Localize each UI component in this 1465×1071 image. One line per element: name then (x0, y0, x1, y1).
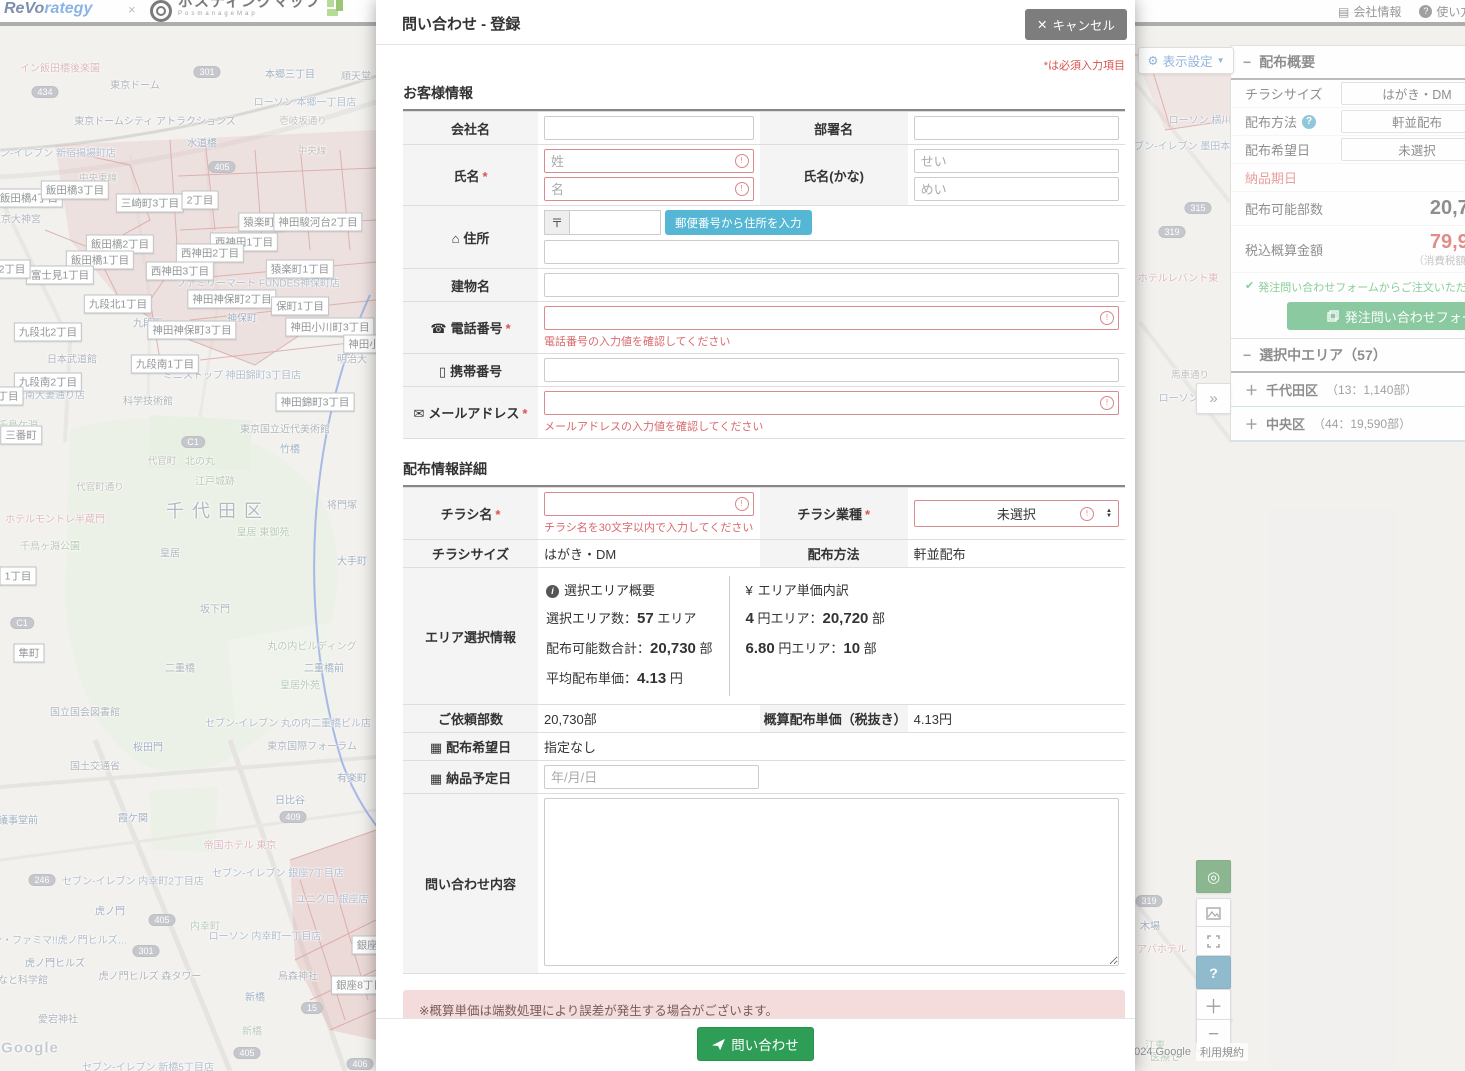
first-kana-input[interactable] (914, 177, 1119, 201)
cancel-button[interactable]: ✕キャンセル (1025, 9, 1127, 40)
table-row: チラシ名* ! チラシ名を30文字以内で入力してください チラシ業種* 未選択 … (403, 488, 1125, 540)
table-row: ⌂住所 〒郵便番号から住所を入力 (403, 206, 1125, 269)
table-row: ☎電話番号* ! 電話番号の入力値を確認してください (403, 302, 1125, 354)
flyer-name-input[interactable] (544, 492, 754, 516)
info-icon: i (546, 585, 559, 598)
inquiry-textarea[interactable] (544, 798, 1119, 966)
phone-icon: ☎ (430, 321, 446, 336)
mail-icon: ✉ (414, 406, 425, 421)
section-customer: お客様情報 (403, 79, 1125, 111)
section-distribution: 配布情報詳細 (403, 455, 1125, 487)
company-input[interactable] (544, 116, 754, 140)
address-input[interactable] (544, 240, 1119, 264)
delivery-date-input[interactable] (544, 765, 759, 789)
calendar-icon: ▦ (430, 771, 442, 786)
flyer-type-select[interactable]: 未選択 ! ▲▼ (914, 500, 1119, 527)
email-error: メールアドレスの入力値を確認してください (544, 418, 1119, 434)
warning-icon: ! (1080, 507, 1094, 521)
postal-lookup-button[interactable]: 郵便番号から住所を入力 (665, 210, 812, 235)
table-row: ご依頼部数 20,730部 概算配布単価（税抜き） 4.13円 (403, 705, 1125, 733)
postal-mark: 〒 (544, 210, 569, 235)
required-note: *は必須入力項目 (403, 57, 1125, 73)
table-row: ▦配布希望日 指定なし (403, 733, 1125, 761)
warning-icon: ! (1100, 311, 1114, 325)
select-arrows-icon: ▲▼ (1106, 509, 1112, 519)
postal-code-input[interactable] (569, 210, 661, 235)
flyer-size-value: はがき・DM (538, 540, 760, 568)
flyer-name-error: チラシ名を30文字以内で入力してください (544, 519, 754, 535)
modal-footer: 問い合わせ (376, 1018, 1135, 1071)
phone-error: 電話番号の入力値を確認してください (544, 333, 1119, 349)
mobile-input[interactable] (544, 358, 1119, 382)
department-input[interactable] (914, 116, 1119, 140)
customer-table: 会社名 部署名 氏名* ! ! 氏名(かな) ⌂住所 (403, 111, 1125, 439)
area-selection-info: i選択エリア概要 選択エリア数：57 エリア 配布可能数合計：20,730 部 … (544, 572, 1119, 700)
distribution-table: チラシ名* ! チラシ名を30文字以内で入力してください チラシ業種* 未選択 … (403, 487, 1125, 974)
mobile-icon: ▯ (439, 364, 446, 379)
notice-line: ※概算単価は端数処理により誤差が発生する場合がございます。 (419, 1000, 1109, 1018)
table-row: 会社名 部署名 (403, 112, 1125, 145)
close-icon: ✕ (1037, 17, 1047, 32)
paper-plane-icon (712, 1038, 725, 1051)
modal-header: 問い合わせ - 登録 ✕キャンセル (376, 0, 1135, 45)
warning-icon: ! (735, 154, 749, 168)
dist-date-value: 指定なし (538, 733, 1125, 761)
home-icon: ⌂ (452, 231, 460, 246)
first-name-input[interactable] (544, 177, 754, 201)
copies-value: 20,730部 (538, 705, 760, 733)
submit-inquiry-button[interactable]: 問い合わせ (697, 1027, 814, 1061)
notice-box: ※概算単価は端数処理により誤差が発生する場合がございます。※エリア全世帯への配布… (403, 990, 1125, 1018)
table-row: エリア選択情報 i選択エリア概要 選択エリア数：57 エリア 配布可能数合計：2… (403, 568, 1125, 705)
phone-input[interactable] (544, 306, 1119, 330)
table-row: 問い合わせ内容 (403, 794, 1125, 974)
unit-price-value: 4.13円 (908, 705, 1125, 733)
last-name-input[interactable] (544, 149, 754, 173)
calendar-icon: ▦ (430, 740, 442, 755)
warning-icon: ! (735, 182, 749, 196)
warning-icon: ! (735, 497, 749, 511)
last-kana-input[interactable] (914, 149, 1119, 173)
table-row: チラシサイズ はがき・DM 配布方法 軒並配布 (403, 540, 1125, 568)
inquiry-modal: 問い合わせ - 登録 ✕キャンセル *は必須入力項目 お客様情報 会社名 部署名… (376, 0, 1135, 1071)
modal-body: *は必須入力項目 お客様情報 会社名 部署名 氏名* ! ! 氏名(かな) (376, 45, 1135, 1018)
table-row: 建物名 (403, 269, 1125, 302)
method-value: 軒並配布 (908, 540, 1125, 568)
table-row: ▦納品予定日 (403, 761, 1125, 794)
table-row: ▯携帯番号 (403, 354, 1125, 387)
yen-icon: ¥ (746, 578, 753, 604)
warning-icon: ! (1100, 396, 1114, 410)
table-row: ✉メールアドレス* ! メールアドレスの入力値を確認してください (403, 387, 1125, 439)
building-input[interactable] (544, 273, 1119, 297)
table-row: 氏名* ! ! 氏名(かな) (403, 145, 1125, 206)
modal-title: 問い合わせ - 登録 (402, 13, 520, 34)
email-input[interactable] (544, 391, 1119, 415)
